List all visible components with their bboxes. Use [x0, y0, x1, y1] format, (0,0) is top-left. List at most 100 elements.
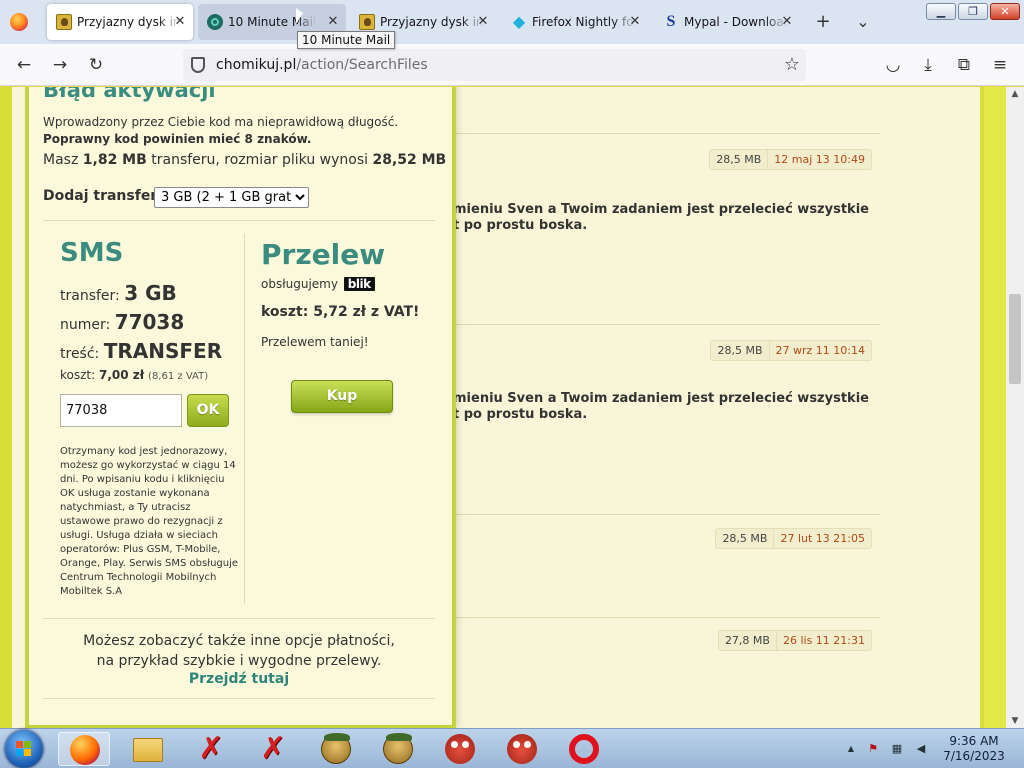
- forward-button[interactable]: →: [46, 51, 74, 79]
- red-bird-icon: [445, 734, 475, 764]
- red-bird-icon: [507, 734, 537, 764]
- bookmark-star-icon[interactable]: ☆: [784, 51, 800, 79]
- minimize-window-button[interactable]: ▁: [926, 3, 956, 20]
- file-date: 27 wrz 11 10:14: [775, 344, 865, 357]
- ok-button[interactable]: OK: [187, 394, 229, 427]
- scrollbar-thumb[interactable]: [1009, 294, 1021, 384]
- downloads-button[interactable]: ⤓: [914, 51, 942, 79]
- file-meta: 28,5 MB 12 maj 13 10:49: [709, 149, 872, 170]
- tab-title: Przyjazny dysk internetowy: [77, 15, 181, 29]
- transfer-prefix: Masz: [43, 152, 83, 168]
- action-center-flag-icon[interactable]: ⚑: [866, 742, 880, 756]
- tab-firefox-nightly[interactable]: ◆ Firefox Nightly for Windows ✕: [502, 4, 648, 40]
- volume-icon[interactable]: ◀: [914, 742, 928, 756]
- transfer-amount: 1,82 MB: [82, 152, 147, 168]
- supported-methods: obsługujemy blik: [261, 277, 375, 291]
- transfer-package-select[interactable]: 3 GB (2 + 1 GB gratis): [154, 187, 309, 208]
- mypal-favicon-icon: S: [666, 13, 676, 30]
- file-description: mieniu Sven a Twoim zadaniem jest przele…: [453, 202, 869, 233]
- red-x-icon: ✗: [260, 731, 286, 766]
- sms-cost-vat: (8,61 z VAT): [148, 371, 209, 382]
- app-menu-button[interactable]: ≡: [986, 51, 1014, 79]
- sms-number-label: numer:: [60, 317, 115, 333]
- other-payment-link[interactable]: Przejdź tutaj: [43, 671, 435, 687]
- taskbar-app[interactable]: ✗: [247, 732, 299, 766]
- sms-terms-note: Otrzymany kod jest jednorazowy, możesz g…: [60, 446, 239, 597]
- sms-code-input[interactable]: 77038: [60, 394, 182, 427]
- buy-button[interactable]: Kup: [291, 380, 393, 413]
- restore-window-button[interactable]: ❐: [958, 3, 988, 20]
- 10minutemail-favicon-icon: [207, 14, 223, 30]
- sms-content: treść: TRANSFER: [60, 339, 222, 363]
- sms-transfer: transfer: 3 GB: [60, 281, 177, 305]
- address-bar[interactable]: chomikuj.pl/action/SearchFiles ☆: [183, 49, 806, 81]
- tab-mypal[interactable]: S Mypal - Download ✕: [654, 4, 800, 40]
- opera-icon: [569, 734, 599, 764]
- url-host: chomikuj.pl: [216, 57, 297, 73]
- close-window-button[interactable]: ✕: [990, 3, 1020, 20]
- column-divider: [244, 234, 245, 604]
- taskbar-app[interactable]: [496, 732, 548, 766]
- chomikuj-favicon-icon: [359, 14, 375, 30]
- taskbar-firefox[interactable]: [58, 732, 110, 766]
- file-meta: 28,5 MB 27 lut 13 21:05: [715, 528, 872, 549]
- sms-number-value: 77038: [114, 310, 185, 334]
- taskbar-app[interactable]: [372, 732, 424, 766]
- tab-strip: Przyjazny dysk internetowy ✕ 10 Minute M…: [0, 0, 1024, 44]
- start-button[interactable]: [5, 730, 43, 768]
- file-size: 27,8 MB: [719, 631, 777, 650]
- new-tab-button[interactable]: +: [809, 8, 837, 36]
- sms-cost: koszt: 7,00 zł (8,61 z VAT): [60, 368, 208, 382]
- taskbar-app[interactable]: [434, 732, 486, 766]
- other-payment-note: Możesz zobaczyć także inne opcje płatnoś…: [43, 631, 435, 671]
- close-tab-icon[interactable]: ✕: [173, 4, 187, 40]
- pocket-button[interactable]: ◡: [879, 51, 907, 79]
- file-meta: 28,5 MB 27 wrz 11 10:14: [710, 340, 872, 361]
- error-message: Wprowadzony przez Ciebie kod ma nieprawi…: [43, 114, 398, 148]
- url-text[interactable]: chomikuj.pl/action/SearchFiles: [216, 49, 428, 81]
- network-icon[interactable]: ▦: [890, 742, 904, 756]
- sms-number: numer: 77038: [60, 310, 184, 334]
- taskbar-app[interactable]: [310, 732, 362, 766]
- blik-logo-icon: blik: [343, 277, 375, 291]
- file-meta: 27,8 MB 26 lis 11 21:31: [717, 630, 872, 651]
- firefox-menu-icon[interactable]: [10, 13, 28, 31]
- taskbar-opera[interactable]: [558, 732, 610, 766]
- scroll-up-arrow-icon[interactable]: ▲: [1006, 89, 1024, 99]
- transfer-middle: transferu, rozmiar pliku wynosi: [146, 152, 373, 168]
- error-line: Wprowadzony przez Ciebie kod ma nieprawi…: [43, 115, 399, 129]
- file-size: 28,5 MB: [711, 341, 770, 360]
- windows-taskbar: ✗ ✗ ▲ ⚑ ▦ ◀ 9:36 AM 7/16/2023: [0, 728, 1024, 768]
- taskbar-file-explorer[interactable]: [122, 732, 174, 766]
- clock-date: 7/16/2023: [943, 749, 1005, 763]
- system-tray: ▲ ⚑ ▦ ◀ 9:36 AM 7/16/2023: [842, 729, 1024, 768]
- other-payment-line: na przykład szybkie i wygodne przelewy.: [96, 653, 382, 669]
- taskbar-clock[interactable]: 9:36 AM 7/16/2023: [938, 734, 1010, 764]
- close-tab-icon[interactable]: ✕: [780, 4, 794, 40]
- przelew-cost: koszt: 5,72 zł z VAT!: [261, 304, 420, 320]
- extensions-button[interactable]: ⧉: [950, 51, 978, 79]
- tab-title: Mypal - Download: [684, 15, 788, 29]
- explorer-hat-icon: [321, 733, 351, 764]
- chomikuj-favicon-icon: [56, 14, 72, 30]
- scroll-down-arrow-icon[interactable]: ▼: [1006, 716, 1024, 726]
- divider: [43, 220, 435, 221]
- tracking-protection-shield-icon[interactable]: [191, 57, 205, 73]
- file-size: 28,5 MB: [710, 150, 769, 169]
- tab-chomikuj-1[interactable]: Przyjazny dysk internetowy ✕: [47, 4, 193, 40]
- sms-transfer-value: 3 GB: [124, 281, 177, 305]
- error-line: Poprawny kod powinien mieć 8 znaków.: [43, 132, 312, 146]
- transfer-info: Masz 1,82 MB transferu, rozmiar pliku wy…: [43, 152, 446, 168]
- page-scrollbar[interactable]: ▲ ▼: [1006, 87, 1024, 728]
- file-date: 12 maj 13 10:49: [774, 153, 865, 166]
- reload-button[interactable]: ↻: [82, 51, 110, 79]
- taskbar-app[interactable]: ✗: [185, 732, 237, 766]
- folder-icon: [133, 738, 163, 762]
- close-tab-icon[interactable]: ✕: [628, 4, 642, 40]
- show-hidden-icons-icon[interactable]: ▲: [844, 742, 858, 756]
- back-button[interactable]: ←: [10, 51, 38, 79]
- close-tab-icon[interactable]: ✕: [476, 4, 490, 40]
- other-payment-line: Możesz zobaczyć także inne opcje płatnoś…: [83, 633, 395, 649]
- list-all-tabs-button[interactable]: ⌄: [849, 8, 877, 36]
- activation-error-dialog: Błąd aktywacji Wprowadzony przez Ciebie …: [28, 87, 453, 726]
